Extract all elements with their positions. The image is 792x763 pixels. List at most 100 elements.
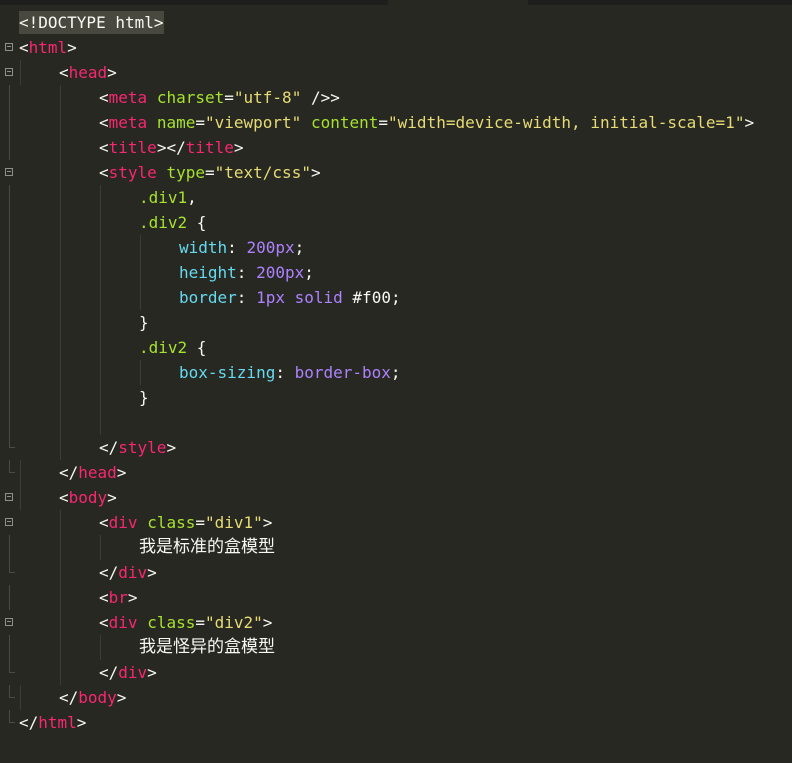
fold-toggle-icon[interactable] <box>5 43 13 51</box>
indent-guide <box>100 260 101 285</box>
tag-name: div <box>108 613 138 632</box>
indent-guide <box>60 235 61 260</box>
tag-name: style <box>118 438 167 457</box>
attr-value: "div2" <box>205 613 263 632</box>
fold-toggle-icon[interactable] <box>5 493 13 501</box>
indent-guide <box>100 535 101 560</box>
indent-guide <box>60 385 61 410</box>
attr-value: "utf-8" <box>233 88 302 107</box>
indent-guide <box>60 110 61 135</box>
fold-toggle-icon[interactable] <box>5 618 13 626</box>
indent-guide <box>100 310 101 335</box>
br-tag: <br> <box>99 588 138 607</box>
fold-gutter-line <box>9 310 10 335</box>
indent-guide <box>60 660 61 685</box>
css-value: 200px <box>256 263 305 282</box>
indent-guide <box>60 260 61 285</box>
code-line: } <box>0 310 792 335</box>
tag-name: html <box>28 38 68 57</box>
tab-bar-left <box>0 0 388 5</box>
fold-toggle-icon[interactable] <box>5 518 13 526</box>
code-line: <head> <box>0 60 792 85</box>
css-property: width <box>179 238 228 257</box>
code-editor[interactable]: <!DOCTYPE html> <html> <head> <meta char… <box>0 0 792 763</box>
css-selector: .div2 { <box>139 338 207 357</box>
tab-bar-right <box>528 0 792 5</box>
div2-text: 我是怪异的盒模型 <box>139 637 275 657</box>
div1-open-tag: <div class="div1"> <box>99 513 273 532</box>
attr-name: name <box>156 113 196 132</box>
css-property: border <box>179 288 237 307</box>
code-line: .div1, <box>0 185 792 210</box>
indent-guide <box>60 85 61 110</box>
code-line: <body> <box>0 485 792 510</box>
fold-gutter-line <box>9 85 10 110</box>
fold-gutter-line <box>9 585 10 610</box>
selector-name: .div1 <box>139 188 188 207</box>
div1-text: 我是标准的盒模型 <box>139 537 275 557</box>
indent-guide <box>100 285 101 310</box>
fold-end-marker <box>9 685 15 698</box>
body-close-tag: </body> <box>59 688 127 707</box>
indent-guide <box>60 160 61 185</box>
indent-guide <box>60 360 61 385</box>
fold-end-marker <box>9 460 15 473</box>
fold-end-marker <box>9 435 15 448</box>
code-lines: <!DOCTYPE html> <html> <head> <meta char… <box>0 10 792 735</box>
fold-end-marker <box>9 710 15 723</box>
attr-name: class <box>147 613 196 632</box>
code-line: </style> <box>0 435 792 460</box>
fold-gutter-line <box>9 385 10 410</box>
attr-name: charset <box>156 88 225 107</box>
doctype-declaration: <!DOCTYPE html> <box>19 10 164 35</box>
indent-guide <box>140 235 141 260</box>
css-value: 200px <box>246 238 295 257</box>
fold-gutter-line <box>9 135 10 160</box>
css-value: border-box <box>294 363 391 382</box>
html-close-tag: </html> <box>19 713 87 732</box>
self-close: /> <box>301 88 331 107</box>
fold-gutter-line <box>9 335 10 360</box>
fold-end-marker <box>9 560 15 573</box>
css-declaration: width: 200px; <box>179 238 305 257</box>
div-close-tag: </div> <box>99 563 157 582</box>
fold-gutter-line <box>9 635 10 660</box>
code-line: </div> <box>0 660 792 685</box>
fold-toggle-icon[interactable] <box>5 168 13 176</box>
css-declaration: border: 1px solid #f00; <box>179 288 401 307</box>
code-line: .div2 { <box>0 335 792 360</box>
indent-guide <box>60 410 61 435</box>
code-line: <title></title> <box>0 135 792 160</box>
css-value: solid <box>294 288 343 307</box>
indent-guide <box>60 635 61 660</box>
indent-guide <box>60 560 61 585</box>
attr-name: content <box>310 113 379 132</box>
fold-gutter-line <box>9 260 10 285</box>
indent-guide <box>100 185 101 210</box>
code-line: box-sizing: border-box; <box>0 360 792 385</box>
div2-open-tag: <div class="div2"> <box>99 613 273 632</box>
fold-end-marker <box>9 660 15 673</box>
doctype-text: <!DOCTYPE html> <box>19 11 164 34</box>
css-block-close: } <box>139 313 149 332</box>
attr-value: "text/css" <box>214 163 311 182</box>
body-open-tag: <body> <box>59 488 117 507</box>
indent-guide <box>100 385 101 410</box>
css-value: 1px <box>256 288 285 307</box>
fold-gutter-line <box>9 110 10 135</box>
code-line: } <box>0 385 792 410</box>
div-close-tag: </div> <box>99 663 157 682</box>
code-line: <!DOCTYPE html> <box>0 10 792 35</box>
style-close-tag: </style> <box>99 438 177 457</box>
css-property: height <box>179 263 237 282</box>
code-line: width: 200px; <box>0 235 792 260</box>
code-line: height: 200px; <box>0 260 792 285</box>
fold-gutter-line <box>9 185 10 210</box>
meta-charset-tag: <meta charset="utf-8" />> <box>99 88 340 107</box>
indent-guide <box>60 610 61 635</box>
tag-name: div <box>108 513 138 532</box>
code-line: 我是标准的盒模型 <box>0 535 792 560</box>
indent-guide <box>60 335 61 360</box>
fold-toggle-icon[interactable] <box>5 68 13 76</box>
code-line: </head> <box>0 460 792 485</box>
